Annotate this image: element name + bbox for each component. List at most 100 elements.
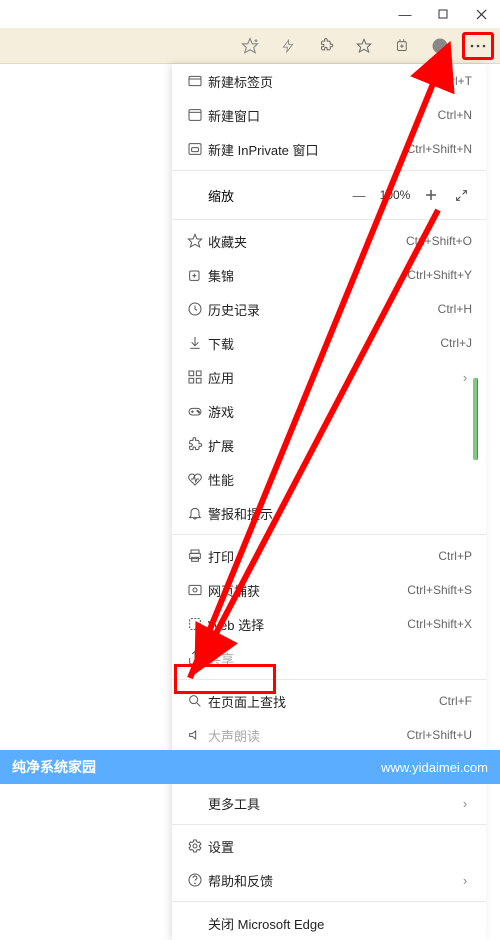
chevron-right-icon: › — [458, 873, 472, 888]
menu-item-shortcut: Ctrl+T — [439, 74, 472, 88]
profile-icon[interactable] — [424, 32, 456, 60]
menu-item-shortcut: Ctrl+H — [438, 302, 472, 316]
watermark-brand: 纯净系统家园 — [12, 757, 96, 777]
help-icon — [182, 872, 208, 888]
menu-item-shortcut: Ctrl+Shift+Y — [407, 268, 472, 282]
menu-item-label: 游戏 — [208, 402, 472, 421]
menu-item-shortcut: Ctrl+Shift+O — [406, 234, 472, 248]
menu-item-shortcut: Ctrl+P — [438, 549, 472, 563]
zoom-percent: 100% — [374, 188, 416, 202]
more-button[interactable] — [462, 32, 494, 60]
divider — [172, 219, 486, 220]
menu-item-label: 收藏夹 — [208, 232, 406, 251]
star-icon — [182, 233, 208, 249]
menu-item-shortcut: Ctrl+J — [440, 336, 472, 350]
menu-collections[interactable]: 集锦 Ctrl+Shift+Y — [172, 258, 486, 292]
menu-item-label: 新建 InPrivate 窗口 — [208, 140, 407, 159]
divider — [172, 901, 486, 902]
menu-close-edge[interactable]: 关闭 Microsoft Edge — [172, 906, 486, 940]
menu-item-label: 新建标签页 — [208, 72, 439, 91]
gear-icon — [182, 838, 208, 854]
scrollbar[interactable] — [473, 378, 478, 460]
menu-item-label: 大声朗读 — [208, 726, 407, 745]
menu-item-label: 更多工具 — [208, 794, 458, 813]
menu-item-label: 性能 — [208, 470, 472, 489]
inprivate-icon — [182, 141, 208, 157]
divider — [172, 679, 486, 680]
watermark-url: www.yidaimei.com — [381, 760, 488, 775]
games-icon — [182, 403, 208, 419]
menu-new-window[interactable]: 新建窗口 Ctrl+N — [172, 98, 486, 132]
menu-item-label: 在页面上查找 — [208, 692, 439, 711]
menu-item-shortcut: Ctrl+Shift+S — [407, 583, 472, 597]
menu-alerts[interactable]: 警报和提示 — [172, 496, 486, 530]
menu-item-label: 打印 — [208, 547, 438, 566]
main-menu: 新建标签页 Ctrl+T 新建窗口 Ctrl+N 新建 InPrivate 窗口… — [172, 64, 486, 940]
menu-item-shortcut: Ctrl+Shift+U — [407, 728, 472, 742]
select-icon — [182, 616, 208, 632]
collections-icon[interactable] — [386, 32, 418, 60]
performance-icon[interactable] — [272, 32, 304, 60]
menu-more-tools[interactable]: 更多工具 › — [172, 786, 486, 820]
menu-history[interactable]: 历史记录 Ctrl+H — [172, 292, 486, 326]
zoom-out-button[interactable]: — — [344, 188, 374, 203]
zoom-label: 缩放 — [208, 186, 344, 205]
menu-item-label: 集锦 — [208, 266, 407, 285]
download-icon — [182, 335, 208, 351]
collections-icon — [182, 267, 208, 283]
capture-icon — [182, 582, 208, 598]
menu-item-shortcut: Ctrl+F — [439, 694, 472, 708]
fullscreen-button[interactable] — [446, 189, 476, 202]
menu-print[interactable]: 打印 Ctrl+P — [172, 539, 486, 573]
menu-item-label: 共享 — [208, 649, 472, 668]
puzzle-icon — [182, 437, 208, 453]
menu-performance[interactable]: 性能 — [172, 462, 486, 496]
menu-item-label: 应用 — [208, 368, 458, 387]
watermark: 纯净系统家园 www.yidaimei.com — [0, 750, 500, 784]
menu-web-capture[interactable]: 网页捕获 Ctrl+Shift+S — [172, 573, 486, 607]
menu-favorites[interactable]: 收藏夹 Ctrl+Shift+O — [172, 224, 486, 258]
add-favorite-icon[interactable] — [234, 32, 266, 60]
menu-item-shortcut: Ctrl+Shift+N — [407, 142, 472, 156]
menu-web-select[interactable]: Web 选择 Ctrl+Shift+X — [172, 607, 486, 641]
menu-item-label: Web 选择 — [208, 615, 407, 634]
menu-item-label: 帮助和反馈 — [208, 871, 458, 890]
menu-settings[interactable]: 设置 — [172, 829, 486, 863]
favorites-icon[interactable] — [348, 32, 380, 60]
print-icon — [182, 548, 208, 564]
menu-help[interactable]: 帮助和反馈 › — [172, 863, 486, 897]
share-icon — [182, 650, 208, 666]
menu-zoom: 缩放 — 100% — [172, 175, 486, 215]
extensions-icon[interactable] — [310, 32, 342, 60]
close-button[interactable] — [462, 0, 500, 28]
menu-new-tab[interactable]: 新建标签页 Ctrl+T — [172, 64, 486, 98]
menu-extensions[interactable]: 扩展 — [172, 428, 486, 462]
maximize-button[interactable] — [424, 0, 462, 28]
apps-icon — [182, 369, 208, 385]
menu-games[interactable]: 游戏 — [172, 394, 486, 428]
window-controls: — — [386, 0, 500, 28]
search-icon — [182, 693, 208, 709]
divider — [172, 170, 486, 171]
menu-item-shortcut: Ctrl+N — [438, 108, 472, 122]
menu-apps[interactable]: 应用 › — [172, 360, 486, 394]
menu-read-aloud: 大声朗读 Ctrl+Shift+U — [172, 718, 486, 752]
menu-item-label: 设置 — [208, 837, 472, 856]
window-icon — [182, 107, 208, 123]
menu-item-shortcut: Ctrl+Shift+X — [407, 617, 472, 631]
menu-item-label: 关闭 Microsoft Edge — [208, 914, 472, 933]
menu-item-label: 警报和提示 — [208, 504, 472, 523]
menu-item-label: 网页捕获 — [208, 581, 407, 600]
toolbar — [0, 28, 500, 64]
menu-share: 共享 — [172, 641, 486, 675]
menu-find[interactable]: 在页面上查找 Ctrl+F — [172, 684, 486, 718]
menu-downloads[interactable]: 下载 Ctrl+J — [172, 326, 486, 360]
menu-new-inprivate[interactable]: 新建 InPrivate 窗口 Ctrl+Shift+N — [172, 132, 486, 166]
bell-icon — [182, 505, 208, 521]
minimize-button[interactable]: — — [386, 0, 424, 28]
menu-item-label: 历史记录 — [208, 300, 438, 319]
menu-item-label: 扩展 — [208, 436, 472, 455]
tab-icon — [182, 73, 208, 89]
menu-item-label: 下载 — [208, 334, 440, 353]
zoom-in-button[interactable] — [416, 189, 446, 201]
